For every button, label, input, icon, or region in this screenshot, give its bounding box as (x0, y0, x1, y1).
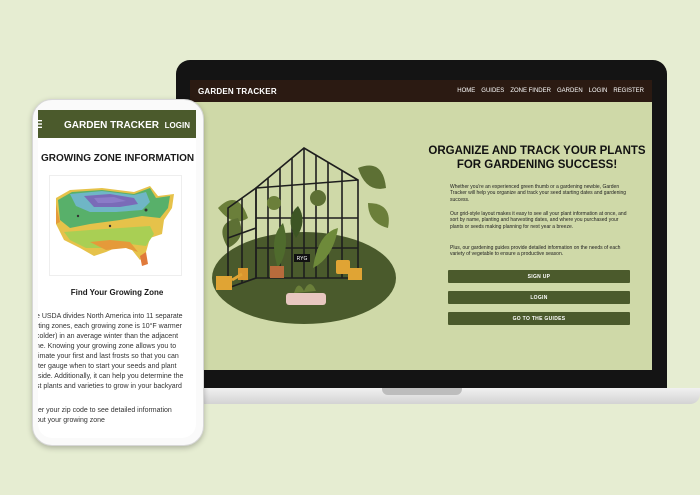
hero-paragraph-3: Plus, our gardening guides provide detai… (450, 245, 621, 258)
nav-home[interactable]: HOME (457, 88, 475, 94)
zip-text-line: out your growing zone (38, 417, 105, 424)
site-logo[interactable]: GARDEN TRACKER (198, 87, 277, 96)
login-button[interactable]: LOGIN (448, 291, 630, 304)
hero-paragraph-2: Our grid-style layout makes it easy to s… (450, 211, 627, 230)
hero-paragraph-1: Whether you're an experienced green thum… (450, 184, 627, 203)
zone-text-line: rting zones, each growing zone is 10°F w… (38, 323, 182, 330)
zone-text-line: ne. Knowing your growing zone allows you… (38, 343, 177, 350)
zone-text-line: colder) in an average winter than the ad… (38, 333, 179, 340)
phone-login-link[interactable]: LOGIN (165, 121, 190, 130)
usda-zone-map[interactable] (50, 176, 181, 275)
zip-text-line: ter your zip code to see detailed inform… (38, 407, 172, 414)
phone-screen: GARDEN TRACKER LOGIN GROWING ZONE INFORM… (38, 110, 196, 438)
nav-guides[interactable]: GUIDES (481, 88, 504, 94)
greenhouse-illustration: RYG (212, 147, 396, 324)
nav-login[interactable]: LOGIN (589, 88, 608, 94)
signup-button[interactable]: SIGN UP (448, 270, 630, 283)
menu-icon[interactable] (38, 119, 42, 129)
hero-title: ORGANIZE AND TRACK YOUR PLANTS FOR GARDE… (428, 144, 646, 172)
nav-zone-finder[interactable]: ZONE FINDER (510, 88, 551, 94)
zone-map-card (50, 176, 181, 275)
zone-text-line: st plants and varieties to grow in your … (38, 383, 182, 390)
zone-text-line: e USDA divides North America into 11 sep… (38, 313, 183, 320)
phone-navbar: GARDEN TRACKER LOGIN (38, 110, 196, 138)
hero-title-line-2: FOR GARDENING SUCCESS! (456, 159, 618, 171)
site-navbar: GARDEN TRACKER HOME GUIDES ZONE FINDER G… (190, 80, 652, 102)
zone-text-line: tside. Additionally, it can help you det… (38, 373, 184, 380)
laptop-screen: GARDEN TRACKER HOME GUIDES ZONE FINDER G… (190, 80, 652, 370)
zone-text-line: timate your first and last frosts so tha… (38, 353, 179, 360)
nav-links: HOME GUIDES ZONE FINDER GARDEN LOGIN REG… (457, 88, 644, 94)
phone-logo[interactable]: GARDEN TRACKER (64, 120, 159, 131)
plant-sign-text: RYG (297, 256, 308, 262)
zone-subheading: Find Your Growing Zone (70, 288, 164, 297)
nav-register[interactable]: REGISTER (613, 88, 644, 94)
nav-garden[interactable]: GARDEN (557, 88, 583, 94)
zone-text-line: tter gauge when to start your seeds and … (38, 363, 177, 370)
zone-heading: GROWING ZONE INFORMATION (41, 153, 195, 164)
hero-title-line-1: ORGANIZE AND TRACK YOUR PLANTS (428, 145, 646, 157)
laptop-notch (382, 388, 462, 395)
guides-button[interactable]: GO TO THE GUIDES (448, 312, 630, 325)
